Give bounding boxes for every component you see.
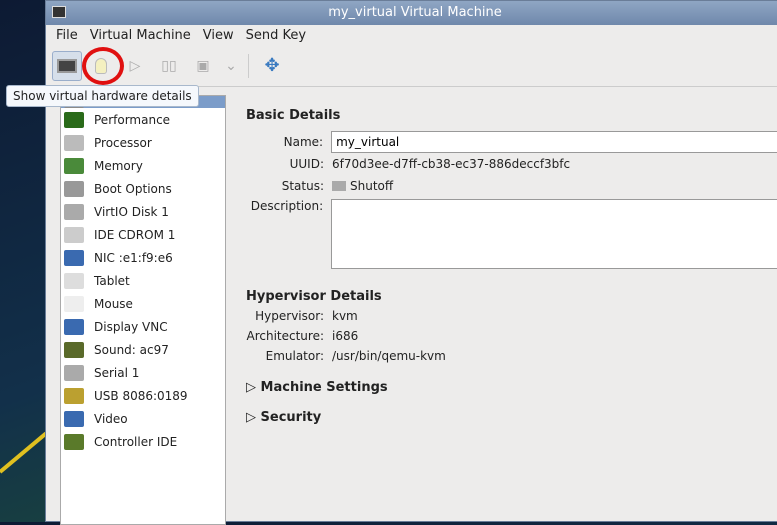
hardware-icon xyxy=(64,134,84,151)
hardware-icon xyxy=(64,387,84,404)
hardware-icon xyxy=(64,295,84,312)
hardware-item-label: Display VNC xyxy=(94,319,168,334)
shutdown-button[interactable]: ▣ xyxy=(188,51,218,81)
description-label: Description: xyxy=(250,199,324,213)
hardware-icon xyxy=(64,226,84,243)
details-panel: Basic Details Name: UUID: 6f70d3ee-d7ff-c… xyxy=(246,108,777,430)
hardware-icon xyxy=(64,203,84,220)
uuid-value: 6f70d3ee-d7ff-cb38-ec37-886deccf3bfc xyxy=(332,157,571,171)
hardware-item-label: Serial 1 xyxy=(94,365,140,380)
hardware-item-label: NIC :e1:f9:e6 xyxy=(94,250,173,265)
hardware-item[interactable]: Video xyxy=(61,407,225,430)
hardware-item[interactable]: IDE CDROM 1 xyxy=(61,223,225,246)
hardware-item[interactable]: USB 8086:0189 xyxy=(61,384,225,407)
hardware-item[interactable]: Memory xyxy=(61,154,225,177)
security-expander[interactable]: ▷ Security xyxy=(246,410,777,430)
title-bar: my_virtual Virtual Machine xyxy=(46,1,777,25)
monitor-icon xyxy=(57,58,77,73)
uuid-label: UUID: xyxy=(289,157,324,171)
hardware-icon xyxy=(64,341,84,358)
hypervisor-label: Hypervisor: xyxy=(255,309,324,323)
hardware-item-label: Memory xyxy=(94,158,143,173)
hardware-item[interactable]: Display VNC xyxy=(61,315,225,338)
hardware-item-label: Controller IDE xyxy=(94,434,178,449)
hardware-item-label: Tablet xyxy=(94,273,130,288)
menu-file[interactable]: File xyxy=(50,28,84,43)
hardware-item[interactable]: Controller IDE xyxy=(61,430,225,453)
power-icon: ▣ xyxy=(196,57,210,74)
hardware-item-label: VirtIO Disk 1 xyxy=(94,204,169,219)
menu-send-key[interactable]: Send Key xyxy=(240,28,312,43)
menu-view[interactable]: View xyxy=(197,28,240,43)
hardware-item[interactable]: VirtIO Disk 1 xyxy=(61,200,225,223)
menu-virtual-machine[interactable]: Virtual Machine xyxy=(84,28,197,43)
hardware-item[interactable]: Mouse xyxy=(61,292,225,315)
hardware-item-label: Performance xyxy=(94,112,171,127)
triangle-right-icon: ▷ xyxy=(246,380,261,395)
menu-bar: File Virtual Machine View Send Key xyxy=(46,25,777,45)
hardware-icon xyxy=(64,272,84,289)
hardware-icon xyxy=(64,111,84,128)
pause-icon: ▯▯ xyxy=(161,57,177,74)
description-input[interactable] xyxy=(331,199,777,269)
hardware-item[interactable]: Processor xyxy=(61,131,225,154)
emulator-value: /usr/bin/qemu-kvm xyxy=(332,349,446,363)
status-value: Shutoff xyxy=(350,179,394,193)
security-label: Security xyxy=(260,410,322,425)
hardware-item[interactable]: Performance xyxy=(61,108,225,131)
hardware-icon xyxy=(64,364,84,381)
hardware-list[interactable]: OverviewPerformanceProcessorMemoryBoot O… xyxy=(60,92,226,525)
hardware-icon xyxy=(64,249,84,266)
fullscreen-icon: ✥ xyxy=(264,55,280,76)
desktop-decoration xyxy=(0,431,48,474)
basic-details-heading: Basic Details xyxy=(246,108,341,123)
machine-settings-label: Machine Settings xyxy=(260,380,388,395)
hardware-item-label: Processor xyxy=(94,135,152,150)
hardware-icon xyxy=(64,180,84,197)
architecture-value: i686 xyxy=(332,329,359,343)
hypervisor-details-heading: Hypervisor Details xyxy=(246,289,382,304)
hardware-icon xyxy=(64,410,84,427)
toolbar: ▷ ▯▯ ▣ ⌄ ✥ xyxy=(46,45,777,87)
hardware-icon xyxy=(64,433,84,450)
fullscreen-button[interactable]: ✥ xyxy=(257,51,287,81)
machine-settings-expander[interactable]: ▷ Machine Settings xyxy=(246,380,777,400)
highlight-circle xyxy=(82,47,124,85)
pause-button[interactable]: ▯▯ xyxy=(154,51,184,81)
console-button[interactable] xyxy=(52,50,82,81)
hardware-icon xyxy=(64,157,84,174)
hardware-item-label: IDE CDROM 1 xyxy=(94,227,176,242)
hardware-item-label: Mouse xyxy=(94,296,133,311)
run-button[interactable]: ▷ xyxy=(120,51,150,81)
triangle-right-icon: ▷ xyxy=(246,410,261,425)
hardware-item-label: Video xyxy=(94,411,128,426)
hardware-item-label: USB 8086:0189 xyxy=(94,388,188,403)
shutdown-menu-button[interactable]: ⌄ xyxy=(222,51,240,81)
status-icon xyxy=(332,181,346,191)
play-icon: ▷ xyxy=(129,57,141,74)
hardware-item[interactable]: Sound: ac97 xyxy=(61,338,225,361)
emulator-label: Emulator: xyxy=(265,349,324,363)
hardware-item[interactable]: Tablet xyxy=(61,269,225,292)
toolbar-separator xyxy=(248,53,249,78)
name-input[interactable] xyxy=(331,131,777,153)
chevron-down-icon: ⌄ xyxy=(225,57,237,74)
status-label: Status: xyxy=(281,179,324,193)
hardware-item[interactable]: Serial 1 xyxy=(61,361,225,384)
vm-icon xyxy=(52,6,66,18)
hypervisor-value: kvm xyxy=(332,309,358,323)
name-label: Name: xyxy=(283,135,324,149)
hardware-item[interactable]: NIC :e1:f9:e6 xyxy=(61,246,225,269)
window-title: my_virtual Virtual Machine xyxy=(328,5,502,20)
hardware-icon xyxy=(64,318,84,335)
hardware-item[interactable]: Boot Options xyxy=(61,177,225,200)
hardware-item-label: Boot Options xyxy=(94,181,172,196)
tooltip: Show virtual hardware details xyxy=(6,85,199,107)
hardware-item-label: Sound: ac97 xyxy=(94,342,169,357)
architecture-label: Architecture: xyxy=(246,329,324,343)
